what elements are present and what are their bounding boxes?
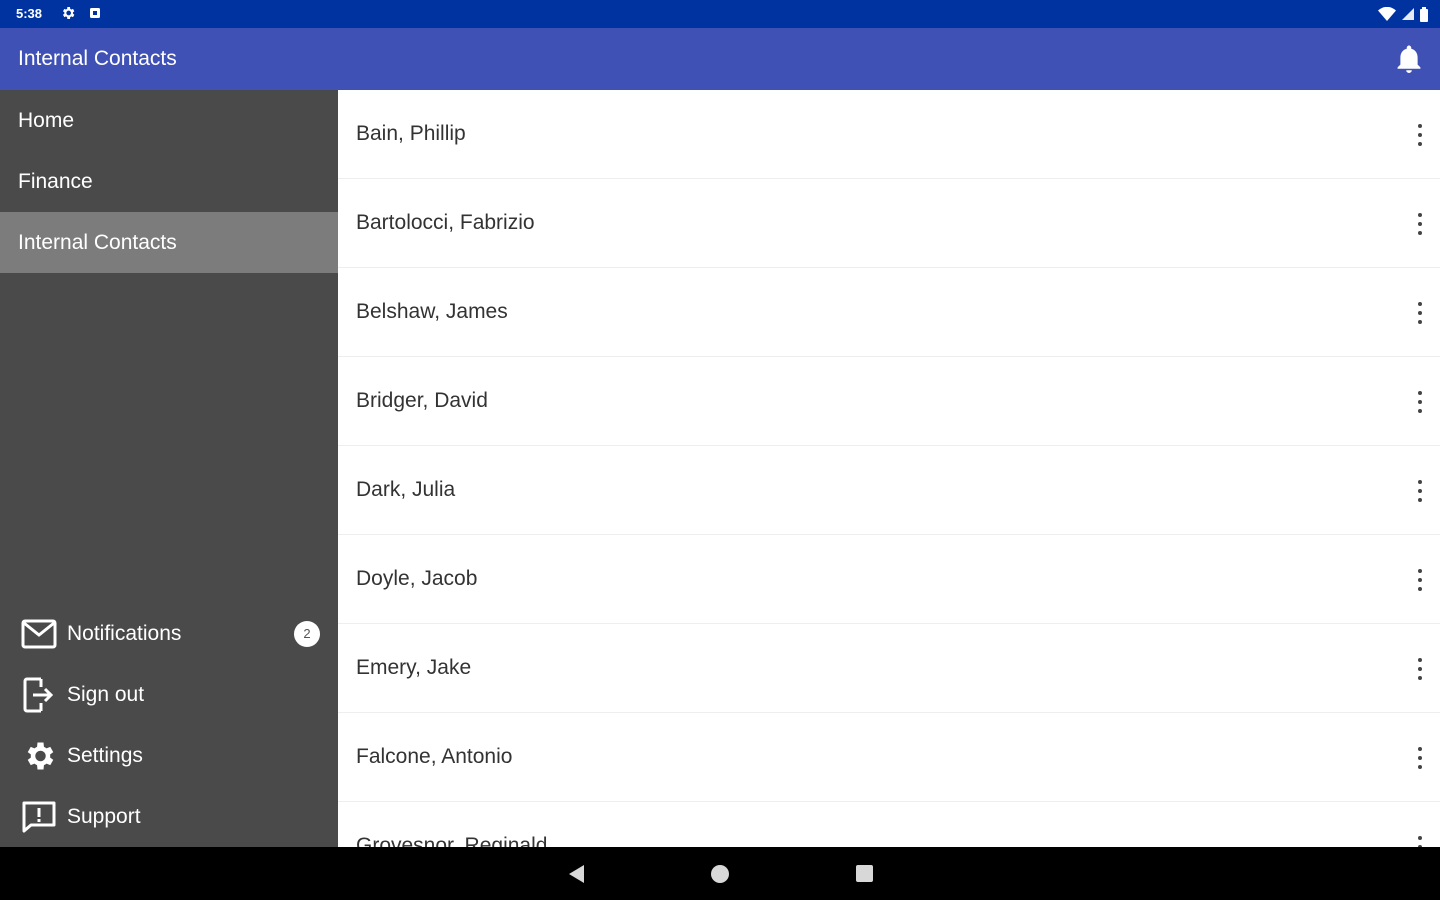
contact-name: Grovesnor, Reginald [356, 834, 548, 847]
notifications-label: Notifications [67, 621, 182, 645]
wifi-icon [1378, 7, 1396, 21]
back-icon[interactable] [566, 864, 586, 884]
more-vert-icon[interactable] [1414, 569, 1426, 591]
contact-name: Belshaw, James [356, 300, 508, 323]
more-vert-icon[interactable] [1414, 124, 1426, 146]
sign-out-label: Sign out [67, 682, 145, 706]
notifications-item[interactable]: Notifications 2 [0, 603, 338, 664]
contact-row[interactable]: Bartolocci, Fabrizio [338, 179, 1440, 268]
notifications-badge: 2 [294, 620, 320, 647]
home-icon[interactable] [711, 865, 729, 883]
battery-icon [1420, 6, 1428, 22]
contact-name: Falcone, Antonio [356, 745, 513, 768]
contact-name: Bridger, David [356, 389, 488, 412]
contact-name: Emery, Jake [356, 656, 472, 679]
recent-apps-icon[interactable] [856, 865, 873, 882]
drawer-item-internal-contacts[interactable]: Internal Contacts [0, 212, 338, 273]
more-vert-icon[interactable] [1414, 213, 1426, 235]
contact-row[interactable]: Grovesnor, Reginald [338, 802, 1440, 847]
app-bar: Internal Contacts [0, 28, 1440, 90]
feedback-icon [20, 798, 58, 836]
more-vert-icon[interactable] [1414, 302, 1426, 324]
page-title: Internal Contacts [18, 47, 177, 70]
contact-name: Bain, Phillip [356, 122, 466, 145]
contact-row[interactable]: Falcone, Antonio [338, 713, 1440, 802]
bell-icon[interactable] [1396, 45, 1422, 73]
drawer-bottom-menu: Notifications 2 Sign out Settings Suppor… [0, 603, 338, 847]
gear-icon [20, 737, 58, 775]
status-time: 5:38 [16, 6, 43, 21]
drawer-item-finance[interactable]: Finance [0, 151, 338, 212]
contact-name: Doyle, Jacob [356, 567, 478, 590]
contact-row[interactable]: Bridger, David [338, 357, 1440, 446]
contact-row[interactable]: Belshaw, James [338, 268, 1440, 357]
contact-row[interactable]: Bain, Phillip [338, 90, 1440, 179]
contact-name: Bartolocci, Fabrizio [356, 211, 535, 234]
sign-out-icon [20, 676, 58, 714]
signal-icon [1402, 8, 1414, 20]
more-vert-icon[interactable] [1414, 836, 1426, 847]
contact-row[interactable]: Emery, Jake [338, 624, 1440, 713]
support-item[interactable]: Support [0, 786, 338, 847]
status-bar: 5:38 [0, 0, 1440, 28]
drawer-item-home[interactable]: Home [0, 90, 338, 151]
contact-row[interactable]: Dark, Julia [338, 446, 1440, 535]
contact-list: Bain, Phillip Bartolocci, Fabrizio Belsh… [338, 90, 1440, 847]
more-vert-icon[interactable] [1414, 658, 1426, 680]
more-vert-icon[interactable] [1414, 747, 1426, 769]
sign-out-item[interactable]: Sign out [0, 664, 338, 725]
contact-row[interactable]: Doyle, Jacob [338, 535, 1440, 624]
more-vert-icon[interactable] [1414, 480, 1426, 502]
more-vert-icon[interactable] [1414, 391, 1426, 413]
system-nav-bar [0, 847, 1440, 900]
square-status-icon [90, 8, 100, 18]
navigation-drawer: Home Finance Internal Contacts Notificat… [0, 90, 338, 847]
settings-item[interactable]: Settings [0, 725, 338, 786]
status-right-icons [1378, 5, 1428, 23]
settings-label: Settings [67, 743, 143, 767]
contact-name: Dark, Julia [356, 478, 456, 501]
settings-status-icon [63, 7, 75, 19]
mail-icon [20, 615, 58, 653]
support-label: Support [67, 804, 141, 828]
